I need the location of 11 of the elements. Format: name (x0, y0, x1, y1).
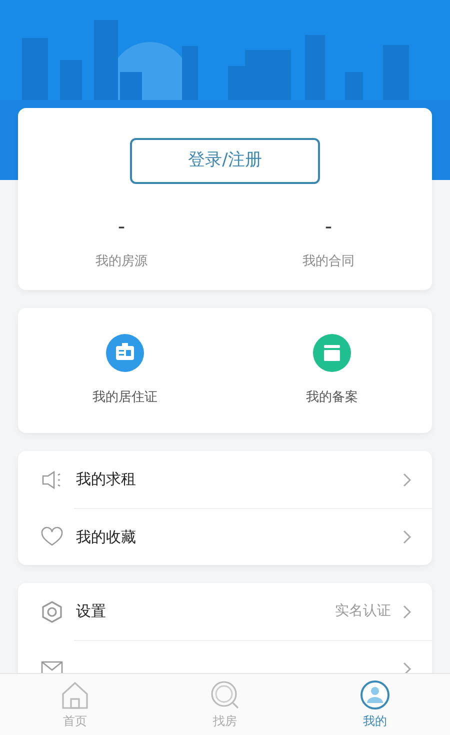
stat-value: - (118, 216, 126, 236)
stat-value: - (324, 216, 332, 236)
stat-label: 我的合同 (302, 253, 354, 271)
menu-item[interactable]: 我的收藏 (76, 526, 391, 548)
menu-item[interactable]: 设置 (76, 600, 323, 623)
stat-label: 我的房源 (96, 253, 148, 271)
menu-item[interactable]: 我的求租 (76, 468, 391, 491)
login-button[interactable]: 登录/注册 (130, 138, 320, 184)
shortcut-label[interactable]: 我的备案 (306, 388, 358, 407)
tab[interactable]: 我的 (300, 674, 450, 735)
shortcut-label[interactable]: 我的居住证 (92, 388, 158, 407)
